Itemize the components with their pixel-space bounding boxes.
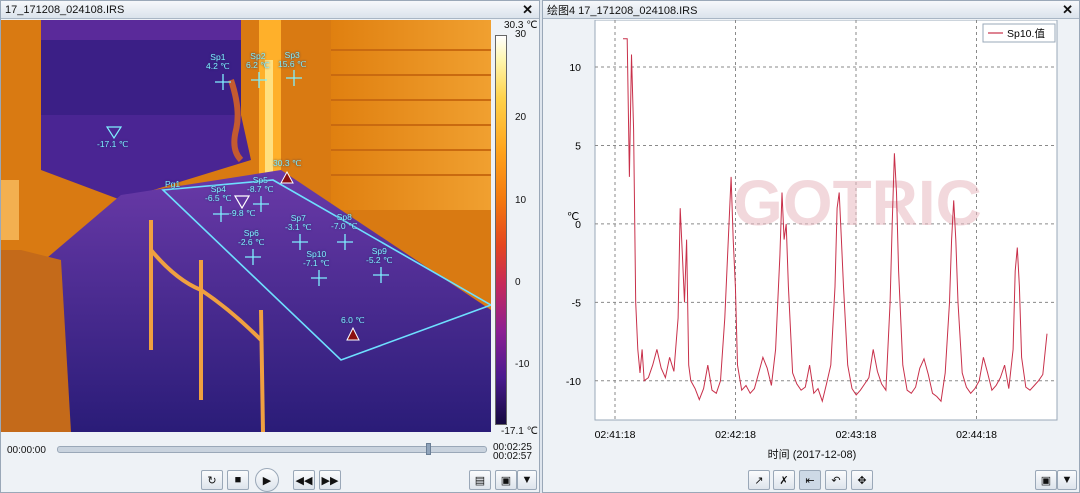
zoom-tool-button[interactable]: ⇤ — [799, 470, 821, 490]
play-icon: ▶ — [262, 474, 272, 487]
hot-spot-label: 30.3 ℃ — [273, 158, 302, 168]
loop-button[interactable]: ↻ — [201, 470, 223, 490]
right-close-button[interactable]: ✕ — [1062, 2, 1073, 18]
timeline-thumb[interactable] — [426, 443, 431, 455]
y-tick-label: -5 — [572, 297, 581, 309]
color-scale-bar[interactable] — [495, 35, 507, 425]
timeline-end: 00:02:57 — [493, 451, 532, 462]
chart-save-button[interactable]: ▣ — [1035, 470, 1057, 490]
x-tick-label: 02:41:18 — [595, 429, 636, 441]
measure-icon: ✗ — [779, 474, 789, 487]
save-icon: ▣ — [500, 474, 512, 487]
save-button[interactable]: ▣ — [495, 470, 517, 490]
thermal-scene — [1, 20, 491, 432]
spot-label-sp4: Sp4 -6.5 ℃ — [205, 184, 232, 203]
right-pane-title: 绘图4 17_171208_024108.IRS — [547, 4, 698, 17]
scale-tick: -10 — [515, 359, 530, 370]
scale-tick: 0 — [515, 277, 521, 288]
spot-label-sp9: Sp9 -5.2 ℃ — [366, 246, 393, 265]
timeline-start: 00:00:00 — [7, 445, 46, 456]
loop-icon: ↻ — [207, 474, 217, 487]
spot-label-sp8: Sp8 -7.0 ℃ — [331, 212, 358, 231]
x-tick-label: 02:42:18 — [715, 429, 756, 441]
y-axis: 1050-5-10 — [566, 62, 581, 388]
spot-label-sp2: Sp2 6.2 ℃ — [246, 51, 270, 70]
legend[interactable]: Sp10.值 — [982, 23, 1056, 43]
save-icon: ▣ — [1040, 474, 1052, 487]
watermark: GOTRIC — [733, 167, 982, 239]
pan-icon: ✥ — [857, 474, 867, 487]
x-tick-label: 02:43:18 — [836, 429, 877, 441]
undo-zoom-button[interactable]: ↶ — [825, 470, 847, 490]
x-axis-title: 时间 (2017-12-08) — [767, 449, 857, 461]
left-pane-title: 17_171208_024108.IRS — [5, 3, 125, 16]
spot-label-sp3: Sp3 15.6 ℃ — [278, 50, 307, 69]
stop-button[interactable]: ■ — [227, 470, 249, 490]
cursor-icon: ↗ — [754, 474, 764, 487]
spot-label-sp1: Sp1 4.2 ℃ — [206, 52, 230, 71]
chevron-down-icon: ▼ — [521, 474, 533, 486]
thermal-image[interactable]: Sp1 4.2 ℃ Sp2 6.2 ℃ Sp3 15.6 ℃ Sp4 -6.5 ℃ Sp… — [1, 20, 491, 432]
spot-label-sp5: Sp5 -8.7 ℃ — [247, 175, 274, 194]
export-button[interactable]: ▤ — [469, 470, 491, 490]
x-tick-label: 02:44:18 — [956, 429, 997, 441]
save-menu-button[interactable]: ▼ — [517, 470, 537, 490]
y-axis-label: ℃ — [567, 211, 579, 223]
right-titlebar: 绘图4 17_171208_024108.IRS ✕ — [543, 1, 1079, 19]
zoom-icon: ⇤ — [805, 474, 815, 487]
y-tick-label: -10 — [566, 376, 581, 388]
spot-label-sp6: Sp6 -2.6 ℃ — [238, 228, 265, 247]
chart-save-menu-button[interactable]: ▼ — [1057, 470, 1077, 490]
spot-label-sp10: Sp10 -7.1 ℃ — [303, 249, 330, 268]
y-tick-label: 10 — [569, 62, 581, 74]
poly-max-label: 6.0 ℃ — [341, 315, 365, 325]
poly-min-label: -9.8 ℃ — [229, 208, 256, 218]
timeline: 00:00:00 00:02:25 00:02:57 — [1, 437, 539, 465]
play-button[interactable]: ▶ — [255, 468, 279, 492]
scale-tick: 20 — [515, 112, 527, 123]
step-back-button[interactable]: ◀◀ — [293, 470, 315, 490]
cursor-tool-button[interactable]: ↗ — [748, 470, 770, 490]
spot-label-sp7: Sp7 -3.1 ℃ — [285, 213, 312, 232]
cold-spot-label: -17.1 ℃ — [97, 139, 129, 149]
polygon-label: Pg1 — [165, 179, 181, 189]
scale-tick: 30 — [515, 29, 527, 40]
step-forward-icon: ▶▶ — [321, 474, 339, 487]
line-chart[interactable]: GOTRIC 1050-5-10 02:41:18 02:42:18 02:43:1… — [543, 20, 1079, 446]
left-titlebar: 17_171208_024108.IRS ✕ — [1, 1, 539, 19]
chevron-down-icon: ▼ — [1061, 474, 1073, 486]
timeline-track[interactable] — [57, 446, 487, 453]
step-forward-button[interactable]: ▶▶ — [319, 470, 341, 490]
measure-tool-button[interactable]: ✗ — [773, 470, 795, 490]
pan-tool-button[interactable]: ✥ — [851, 470, 873, 490]
plot-pane: 绘图4 17_171208_024108.IRS ✕ GOTRIC 10 5 0 -5… — [542, 0, 1080, 493]
legend-label: Sp10.值 — [1007, 27, 1045, 40]
stop-icon: ■ — [234, 474, 242, 486]
thermal-image-pane: 17_171208_024108.IRS ✕ Sp1 4.2 ℃ Sp2 6.2… — [0, 0, 540, 493]
chart-toolbar: ↗ ✗ ⇤ ↶ ✥ ▣ ▼ — [543, 467, 1079, 493]
step-back-icon: ◀◀ — [295, 474, 313, 487]
scale-tick: 10 — [515, 195, 527, 206]
undo-icon: ↶ — [831, 474, 841, 487]
scale-min: -17.1 ℃ — [501, 426, 538, 437]
y-tick-label: 5 — [575, 140, 581, 152]
left-close-button[interactable]: ✕ — [522, 2, 533, 18]
export-icon: ▤ — [474, 474, 486, 487]
player-toolbar: ↻ ■ ▶ ◀◀ ▶▶ ▤ ▣ ▼ — [1, 467, 539, 493]
x-axis: 02:41:18 02:42:18 02:43:18 02:44:18 — [595, 429, 998, 441]
